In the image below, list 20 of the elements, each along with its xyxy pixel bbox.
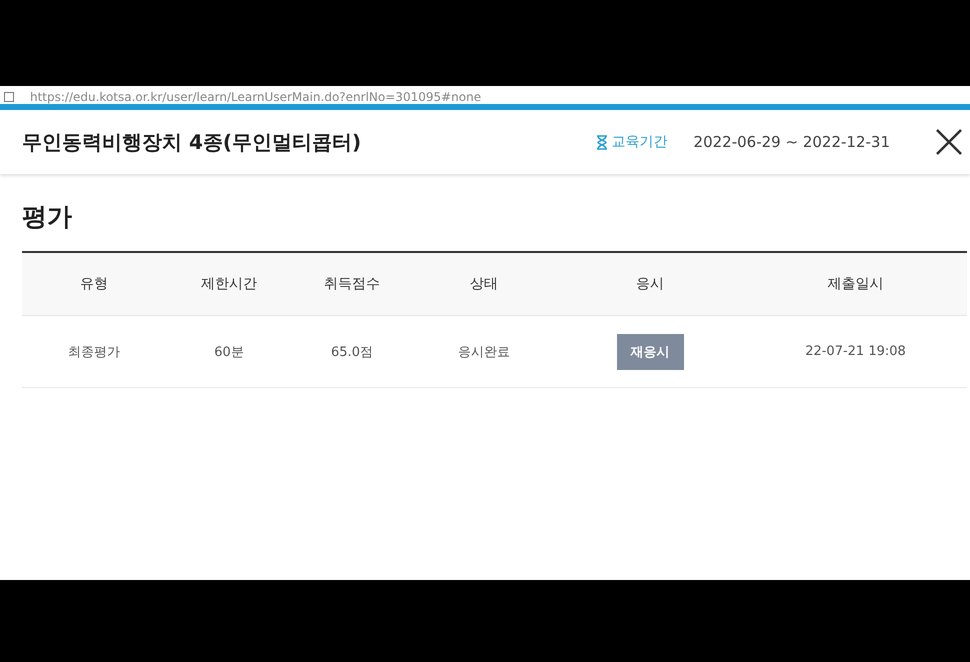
table-cell-text: 응시완료 [457,344,511,360]
table-cell-text: 22-07-21 19:08 [804,344,907,359]
table-cell-text: 60분 [213,344,245,360]
retake-button[interactable]: 재응시 [616,334,684,370]
column-header: 취득점수 [323,275,381,293]
course-title: 무인동력비행장치 4종(무인멀티콥터) [22,128,362,156]
period-label: 교육기간 [612,133,668,151]
column-header: 상태 [469,275,499,293]
column-header: 유형 [79,275,109,293]
page-icon [4,92,14,102]
column-header: 제출일시 [826,275,884,293]
column-header: 제한시간 [200,275,258,293]
column-header: 응시 [635,275,665,293]
table-cell-text: 65.0점 [330,344,374,360]
hourglass-icon [596,134,608,150]
section-title: 평가 [22,201,73,233]
period-dates: 2022-06-29 ~ 2022-12-31 [694,133,890,151]
table-cell-text: 최종평가 [67,344,121,360]
close-icon[interactable] [936,129,962,155]
url-text[interactable]: https://edu.kotsa.or.kr/user/learn/LearnUserMain.do?enrlNo=301095#none [30,90,482,104]
